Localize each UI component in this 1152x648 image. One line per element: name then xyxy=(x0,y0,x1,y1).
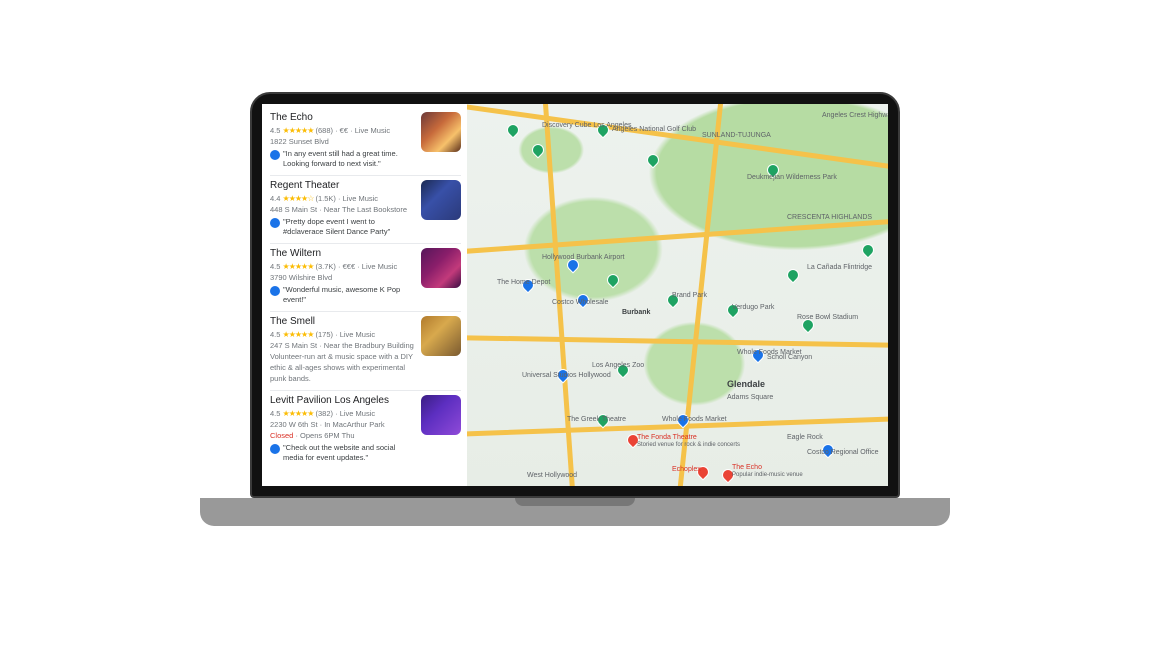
results-sidebar[interactable]: The Echo 4.5 ★★★★★ (688) · €€ · Live Mus… xyxy=(262,104,467,486)
listing-rating-row: 4.5 ★★★★★ (688) · €€ · Live Music xyxy=(270,125,415,136)
listing-thumbnail xyxy=(421,395,461,435)
map-label: Rose Bowl Stadium xyxy=(797,314,858,321)
quote-icon xyxy=(270,444,280,454)
map-label: La Cañada Flintridge xyxy=(807,264,872,271)
listing-rating-row: 4.5 ★★★★★ (382) · Live Music xyxy=(270,408,415,419)
map-label: The Greek Theatre xyxy=(567,416,626,423)
listing-hours: Closed · Opens 6PM Thu xyxy=(270,430,415,441)
quote-icon xyxy=(270,218,280,228)
listing-thumbnail xyxy=(421,248,461,288)
listing-review-quote: "In any event still had a great time. Lo… xyxy=(270,149,415,169)
map-result-label: Echoplex xyxy=(672,466,701,473)
map-label: CRESCENTA HIGHLANDS xyxy=(787,214,872,221)
listing-address: 2230 W 6th St · In MacArthur Park xyxy=(270,419,415,430)
map-result-label: The Fonda Theatre xyxy=(637,434,697,441)
listing-review-quote: "Check out the website and social media … xyxy=(270,443,415,463)
screen: The Echo 4.5 ★★★★★ (688) · €€ · Live Mus… xyxy=(262,104,888,486)
listing-rating-row: 4.5 ★★★★★ (3.7K) · €€€ · Live Music xyxy=(270,261,415,272)
listing-address: 448 S Main St · Near The Last Bookstore xyxy=(270,204,415,215)
quote-icon xyxy=(270,286,280,296)
listing-rating-row: 4.5 ★★★★★ (175) · Live Music xyxy=(270,329,415,340)
listing-title: The Smell xyxy=(270,316,415,327)
listing-title: The Echo xyxy=(270,112,415,123)
listing-thumbnail xyxy=(421,112,461,152)
map-label: Brand Park xyxy=(672,292,707,299)
listing-description: Volunteer-run art & music space with a D… xyxy=(270,351,415,384)
listing-thumbnail xyxy=(421,180,461,220)
map-label: Eagle Rock xyxy=(787,434,823,441)
listing-address: 247 S Main St · Near the Bradbury Buildi… xyxy=(270,340,415,351)
map-result-sublabel: Popular indie-music venue xyxy=(732,472,803,478)
map-label: Verdugo Park xyxy=(732,304,774,311)
map-result-label: The Echo xyxy=(732,464,762,471)
map-label: Whole Foods Market xyxy=(662,416,727,423)
laptop-base xyxy=(200,498,950,526)
laptop-frame: The Echo 4.5 ★★★★★ (688) · €€ · Live Mus… xyxy=(250,92,900,540)
map-label: SUNLAND-TUJUNGA xyxy=(702,132,771,139)
star-icon: ★★★★★ xyxy=(283,126,314,135)
map-label: West Hollywood xyxy=(527,472,577,479)
map-label: Costco Regional Office xyxy=(807,449,878,456)
map-canvas[interactable]: Discovery Cube Los Angeles Angeles Natio… xyxy=(467,104,888,486)
map-label: Adams Square xyxy=(727,394,773,401)
map-city-label: Burbank xyxy=(622,309,650,316)
star-icon: ★★★★☆ xyxy=(283,194,314,203)
map-result-sublabel: Storied venue for rock & indie concerts xyxy=(637,442,740,448)
map-label: Universal Studios Hollywood xyxy=(522,372,611,379)
star-icon: ★★★★★ xyxy=(283,409,314,418)
listing-regent-theater[interactable]: Regent Theater 4.4 ★★★★☆ (1.5K) · Live M… xyxy=(270,176,461,244)
listing-title: Levitt Pavilion Los Angeles xyxy=(270,395,415,406)
listing-the-wiltern[interactable]: The Wiltern 4.5 ★★★★★ (3.7K) · €€€ · Liv… xyxy=(270,244,461,312)
listing-review-quote: "Wonderful music, awesome K Pop event!" xyxy=(270,285,415,305)
listing-title: Regent Theater xyxy=(270,180,415,191)
map-label: Angeles Crest Highway xyxy=(822,112,888,119)
map-label: Whole Foods Market xyxy=(737,349,802,356)
listing-address: 3790 Wilshire Blvd xyxy=(270,272,415,283)
map-label: Angeles National Golf Club xyxy=(612,126,696,133)
laptop-lid: The Echo 4.5 ★★★★★ (688) · €€ · Live Mus… xyxy=(250,92,900,498)
map-label: Hollywood Burbank Airport xyxy=(542,254,625,261)
map-label: The Home Depot xyxy=(497,279,550,286)
star-icon: ★★★★★ xyxy=(283,330,314,339)
map-city-label: Glendale xyxy=(727,379,765,389)
listing-review-quote: "Pretty dope event I went to #dclaverace… xyxy=(270,217,415,237)
listing-title: The Wiltern xyxy=(270,248,415,259)
map-label: Costco Wholesale xyxy=(552,299,608,306)
quote-icon xyxy=(270,150,280,160)
listing-thumbnail xyxy=(421,316,461,356)
map-label: Deukmejian Wilderness Park xyxy=(747,174,837,181)
star-icon: ★★★★★ xyxy=(283,262,314,271)
listing-rating-row: 4.4 ★★★★☆ (1.5K) · Live Music xyxy=(270,193,415,204)
listing-the-echo[interactable]: The Echo 4.5 ★★★★★ (688) · €€ · Live Mus… xyxy=(270,108,461,176)
listing-address: 1822 Sunset Blvd xyxy=(270,136,415,147)
listing-the-smell[interactable]: The Smell 4.5 ★★★★★ (175) · Live Music 2… xyxy=(270,312,461,391)
map-label: Los Angeles Zoo xyxy=(592,362,644,369)
listing-levitt-pavilion[interactable]: Levitt Pavilion Los Angeles 4.5 ★★★★★ (3… xyxy=(270,391,461,469)
